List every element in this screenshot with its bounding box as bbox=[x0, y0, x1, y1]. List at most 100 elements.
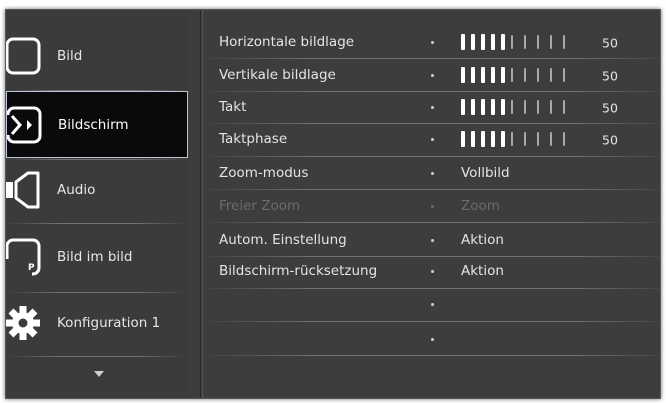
level-slider[interactable] bbox=[461, 67, 591, 83]
bullet bbox=[431, 338, 434, 341]
category-bildschirm[interactable]: Bildschirm bbox=[6, 91, 188, 158]
slider-tick-empty bbox=[563, 68, 565, 82]
setting-bildschirm-ruecksetzung[interactable]: Bildschirm-rücksetzung Aktion bbox=[203, 255, 660, 287]
setting-name: Bildschirm-rücksetzung bbox=[219, 263, 378, 279]
setting-value: Aktion bbox=[461, 263, 504, 279]
divider bbox=[6, 356, 188, 357]
slider-tick-empty bbox=[511, 35, 513, 49]
slider-tick-filled bbox=[491, 131, 495, 147]
slider-tick-filled bbox=[501, 34, 505, 50]
slider-tick-empty bbox=[511, 68, 513, 82]
slider-tick-empty bbox=[550, 68, 552, 82]
setting-name: Takt bbox=[219, 99, 247, 115]
setting-freier-zoom: Freier Zoom Zoom bbox=[203, 190, 660, 222]
category-sidebar: Bild Bildschirm Audio P Bild im bild Kon… bbox=[6, 10, 188, 398]
level-slider[interactable] bbox=[461, 34, 591, 50]
slider-tick-filled bbox=[461, 34, 465, 50]
divider bbox=[203, 321, 660, 322]
pip-icon: P bbox=[6, 238, 41, 277]
setting-taktphase[interactable]: Taktphase 50 bbox=[203, 123, 660, 155]
setting-empty bbox=[203, 288, 660, 320]
slider-tick-empty bbox=[537, 132, 539, 146]
bullet bbox=[431, 303, 434, 306]
slider-tick-filled bbox=[461, 99, 465, 115]
slider-tick-empty bbox=[537, 68, 539, 82]
bullet bbox=[431, 74, 434, 77]
setting-name: Horizontale bildlage bbox=[219, 34, 355, 50]
bullet bbox=[431, 239, 434, 242]
gear-icon bbox=[6, 305, 40, 340]
slider-tick-empty bbox=[563, 132, 565, 146]
category-konfiguration-1[interactable]: Konfiguration 1 bbox=[6, 289, 188, 356]
bullet bbox=[431, 138, 434, 141]
divider bbox=[203, 355, 660, 356]
category-label: Konfiguration 1 bbox=[57, 314, 161, 331]
divider bbox=[203, 222, 660, 223]
slider-tick-empty bbox=[550, 100, 552, 114]
slider-tick-filled bbox=[481, 131, 485, 147]
speaker-icon bbox=[6, 171, 40, 208]
slider-tick-empty bbox=[563, 100, 565, 114]
slider-tick-empty bbox=[550, 35, 552, 49]
slider-tick-filled bbox=[491, 67, 495, 83]
setting-name: Taktphase bbox=[219, 131, 288, 147]
slider-tick-empty bbox=[524, 132, 526, 146]
bullet bbox=[431, 172, 434, 175]
category-bild-im-bild[interactable]: P Bild im bild bbox=[6, 223, 188, 290]
slider-tick-empty bbox=[524, 35, 526, 49]
setting-vertikale-bildlage[interactable]: Vertikale bildlage 50 bbox=[203, 59, 660, 91]
slider-tick-filled bbox=[491, 99, 495, 115]
bullet bbox=[431, 270, 434, 273]
setting-zoom-modus[interactable]: Zoom-modus Vollbild bbox=[203, 157, 660, 189]
slider-tick-filled bbox=[501, 99, 505, 115]
slider-tick-filled bbox=[471, 67, 475, 83]
slider-value: 50 bbox=[602, 100, 618, 116]
slider-tick-filled bbox=[501, 131, 505, 147]
setting-horizontale-bildlage[interactable]: Horizontale bildlage 50 bbox=[203, 26, 660, 58]
screen-icon bbox=[7, 106, 42, 143]
slider-tick-filled bbox=[481, 99, 485, 115]
chevron-down-icon[interactable] bbox=[94, 371, 104, 377]
slider-tick-filled bbox=[481, 34, 485, 50]
setting-name: Vertikale bildlage bbox=[219, 67, 336, 83]
slider-tick-filled bbox=[461, 67, 465, 83]
slider-tick-empty bbox=[537, 100, 539, 114]
setting-empty bbox=[203, 323, 660, 355]
setting-name: Zoom-modus bbox=[219, 165, 309, 181]
slider-tick-empty bbox=[524, 100, 526, 114]
slider-tick-filled bbox=[461, 131, 465, 147]
category-label: Bild bbox=[57, 47, 83, 64]
setting-takt[interactable]: Takt 50 bbox=[203, 91, 660, 123]
slider-tick-empty bbox=[524, 68, 526, 82]
osd-menu: Bild Bildschirm Audio P Bild im bild Kon… bbox=[5, 9, 661, 399]
slider-tick-filled bbox=[491, 34, 495, 50]
setting-name: Freier Zoom bbox=[219, 198, 301, 214]
level-slider[interactable] bbox=[461, 99, 591, 115]
setting-value: Zoom bbox=[461, 198, 500, 214]
slider-tick-empty bbox=[550, 132, 552, 146]
slider-value: 50 bbox=[602, 68, 618, 84]
setting-autom-einstellung[interactable]: Autom. Einstellung Aktion bbox=[203, 224, 660, 256]
setting-name: Autom. Einstellung bbox=[219, 232, 347, 248]
category-audio[interactable]: Audio bbox=[6, 156, 188, 223]
category-label: Bild im bild bbox=[57, 248, 133, 265]
slider-tick-filled bbox=[501, 67, 505, 83]
slider-tick-filled bbox=[471, 131, 475, 147]
slider-tick-empty bbox=[511, 132, 513, 146]
setting-value: Vollbild bbox=[461, 165, 510, 181]
bullet bbox=[431, 106, 434, 109]
bullet bbox=[431, 41, 434, 44]
slider-tick-filled bbox=[471, 34, 475, 50]
setting-value: Aktion bbox=[461, 232, 504, 248]
slider-value: 50 bbox=[602, 132, 618, 148]
picture-icon bbox=[6, 37, 41, 74]
slider-tick-empty bbox=[537, 35, 539, 49]
slider-value: 50 bbox=[602, 35, 618, 51]
divider bbox=[200, 10, 201, 398]
slider-tick-filled bbox=[471, 99, 475, 115]
level-slider[interactable] bbox=[461, 131, 591, 147]
slider-tick-empty bbox=[511, 100, 513, 114]
category-bild[interactable]: Bild bbox=[6, 22, 188, 89]
slider-tick-empty bbox=[563, 35, 565, 49]
pip-letter: P bbox=[28, 263, 35, 273]
